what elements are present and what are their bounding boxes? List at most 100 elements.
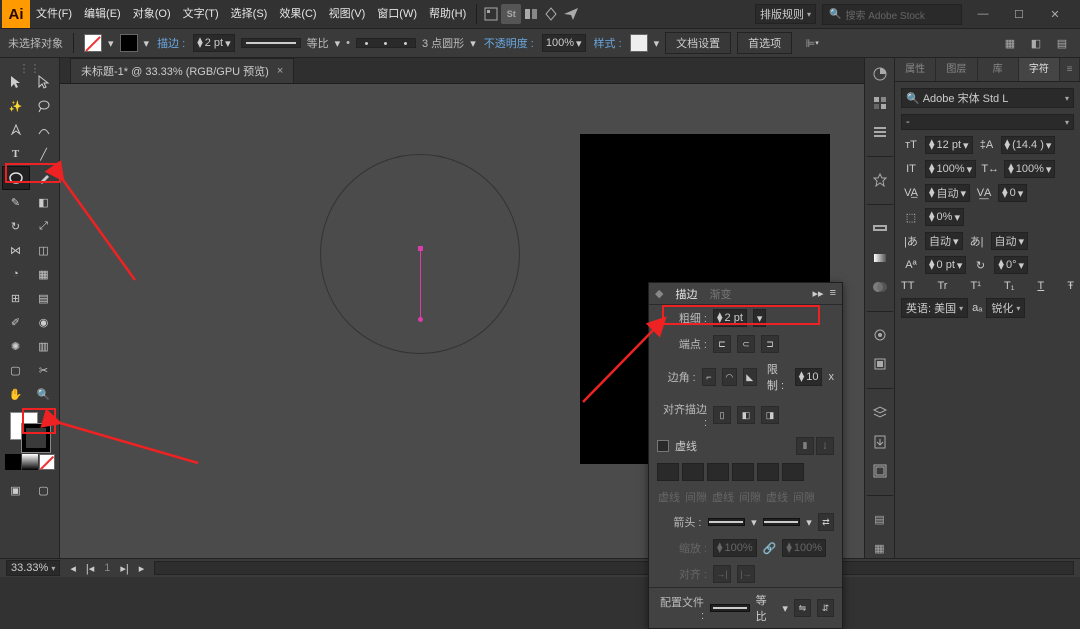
ellipse-center-anchor[interactable] [418, 246, 423, 251]
shape-builder-tool[interactable]: ◔ [2, 262, 30, 286]
brushes-panel-icon[interactable] [869, 123, 891, 142]
menu-effect[interactable]: 效果(C) [273, 0, 322, 28]
eraser-tool[interactable]: ◧ [30, 190, 58, 214]
perspective-tool[interactable]: ▦ [30, 262, 58, 286]
magic-wand-tool[interactable]: ✨ [2, 94, 30, 118]
doc-setup-button[interactable]: 文档设置 [665, 32, 731, 54]
font-style-select[interactable]: -▾ [901, 114, 1074, 130]
align-center[interactable]: ▯ [713, 406, 731, 424]
width-tool[interactable]: ⋈ [2, 238, 30, 262]
line-tool[interactable]: ╱ [30, 142, 58, 166]
style-label[interactable]: 样式 : [594, 35, 622, 51]
language-select[interactable]: 英语: 美国▾ [901, 298, 968, 318]
gradient-tool[interactable]: ▤ [30, 286, 58, 310]
menu-window[interactable]: 窗口(W) [371, 0, 423, 28]
panel-menu-icon[interactable]: ≡ [1060, 58, 1080, 81]
fill-stroke-indicator[interactable] [10, 412, 50, 452]
menu-help[interactable]: 帮助(H) [423, 0, 472, 28]
more-panel-icon-2[interactable]: ▦ [869, 539, 891, 558]
panel-icon-1[interactable]: ▦ [1000, 33, 1020, 53]
menu-type[interactable]: 文字(T) [177, 0, 225, 28]
stock-icon[interactable]: St [501, 4, 521, 24]
transparency-panel-icon[interactable] [869, 277, 891, 296]
stroke-weight-field[interactable]: ▴▾2 pt [713, 309, 747, 327]
align-outside[interactable]: ◨ [761, 406, 779, 424]
brush-def[interactable] [356, 38, 416, 48]
join-bevel[interactable]: ◣ [743, 368, 757, 386]
arrow-end[interactable] [763, 518, 801, 526]
baseline-input[interactable]: ▴▾0 pt▾ [925, 256, 966, 274]
antialias-select[interactable]: 锐化▾ [986, 298, 1025, 318]
stroke-panel-handle[interactable]: ◆ [655, 287, 663, 300]
more-panel-icon[interactable]: ▤ [869, 510, 891, 529]
symbols-panel-icon[interactable] [869, 171, 891, 190]
asset-export-icon[interactable] [869, 432, 891, 451]
nav-last[interactable]: ▸| [120, 562, 128, 575]
screen-full[interactable]: ▢ [30, 478, 58, 502]
flip-along[interactable]: ⇋ [794, 599, 811, 617]
gradient-tab[interactable]: 渐变 [709, 286, 731, 302]
kerning-input[interactable]: ▴▾自动▾ [925, 184, 970, 202]
scale-tool[interactable]: ⤢ [30, 214, 58, 238]
panel-tab-libraries[interactable]: 库 [978, 58, 1019, 81]
nav-first[interactable]: |◂ [86, 562, 94, 575]
hscale-input[interactable]: ▴▾100%▾ [1004, 160, 1055, 178]
underline-button[interactable]: T [1037, 280, 1044, 292]
align-inside[interactable]: ◧ [737, 406, 755, 424]
hand-tool[interactable]: ✋ [2, 382, 30, 406]
document-tab[interactable]: 未标题-1* @ 33.33% (RGB/GPU 预览) × [70, 58, 294, 83]
menu-view[interactable]: 视图(V) [323, 0, 372, 28]
menu-object[interactable]: 对象(O) [127, 0, 177, 28]
panel-tab-properties[interactable]: 属性 [895, 58, 936, 81]
preferences-button[interactable]: 首选项 [737, 32, 792, 54]
free-transform-tool[interactable]: ◫ [30, 238, 58, 262]
appearance-panel-icon[interactable] [869, 325, 891, 344]
artboard-tool[interactable]: ▢ [2, 358, 30, 382]
superscript-button[interactable]: T¹ [971, 280, 981, 292]
gpu-icon[interactable] [541, 4, 561, 24]
panel-menu-icon[interactable]: ≡ [830, 287, 836, 300]
swap-arrows[interactable]: ⇄ [818, 513, 834, 531]
tracking-input[interactable]: ▴▾0▾ [998, 184, 1027, 202]
window-maximize[interactable]: ☐ [1004, 5, 1034, 23]
rotate-tool[interactable]: ↻ [2, 214, 30, 238]
zoom-tool[interactable]: 🔍 [30, 382, 58, 406]
layers-panel-icon[interactable] [869, 403, 891, 422]
symbol-sprayer-tool[interactable]: ✺ [2, 334, 30, 358]
nav-next[interactable]: ▸ [139, 562, 145, 575]
color-panel-icon[interactable] [869, 64, 891, 83]
type-tool[interactable]: T [2, 142, 30, 166]
arrow-start[interactable] [708, 518, 746, 526]
ellipse-tool[interactable] [2, 166, 30, 190]
panel-tab-character[interactable]: 字符 [1019, 58, 1060, 81]
artboards-panel-icon[interactable] [869, 461, 891, 480]
mesh-tool[interactable]: ⊞ [2, 286, 30, 310]
menu-file[interactable]: 文件(F) [30, 0, 78, 28]
opacity-input[interactable]: 100%▾ [542, 34, 586, 52]
shaper-tool[interactable]: ✎ [2, 190, 30, 214]
stroke-swatch[interactable] [120, 34, 138, 52]
pen-tool[interactable] [2, 118, 30, 142]
curvature-tool[interactable] [30, 118, 58, 142]
aki-left-input[interactable]: 自动▾ [925, 232, 963, 250]
stroke-weight-input[interactable]: ▴▾2 pt▾ [193, 34, 234, 52]
horizontal-scrollbar[interactable] [154, 561, 1074, 575]
slice-tool[interactable]: ✂ [30, 358, 58, 382]
dashed-checkbox[interactable] [657, 440, 669, 452]
gradient-mode[interactable] [22, 454, 38, 470]
join-round[interactable]: ◠ [722, 368, 736, 386]
panel-icon-3[interactable]: ▤ [1052, 33, 1072, 53]
dash-preserve-2[interactable]: ⦙ [816, 437, 834, 455]
window-close[interactable]: ✕ [1040, 5, 1070, 23]
cap-butt[interactable]: ⊏ [713, 335, 731, 353]
vscale-input[interactable]: ▴▾100%▾ [925, 160, 976, 178]
cap-round[interactable]: ⊂ [737, 335, 755, 353]
aki-right-input[interactable]: 自动▾ [991, 232, 1029, 250]
opacity-label[interactable]: 不透明度 : [484, 35, 534, 51]
ellipse-edge-anchor[interactable] [418, 317, 423, 322]
tab-close-icon[interactable]: × [277, 65, 283, 77]
stroke-panel-icon[interactable] [869, 219, 891, 238]
font-family-select[interactable]: 🔍Adobe 宋体 Std L▾ [901, 88, 1074, 108]
nav-prev[interactable]: ◂ [70, 562, 76, 575]
stroke-label[interactable]: 描边 : [157, 35, 185, 51]
